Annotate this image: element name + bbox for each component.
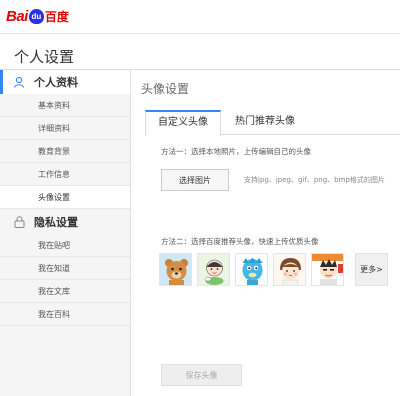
- cartoon-boy-avatar[interactable]: [273, 253, 306, 286]
- page-title: 个人设置: [14, 48, 75, 66]
- main-panel: 头像设置 自定义头像 热门推荐头像 方法一：选择本地照片，上传编辑自己的头像 选…: [131, 70, 400, 396]
- sidebar: 个人资料 基本资料 详细资料 教育背景 工作信息 头像设置 隐私设置 我在贴吧 …: [0, 70, 131, 396]
- tab-popular-avatars[interactable]: 热门推荐头像: [223, 110, 307, 135]
- baidu-logo[interactable]: Bai du 百度: [6, 5, 69, 27]
- paw-icon: du: [28, 8, 44, 24]
- more-avatars-button[interactable]: 更多>: [355, 253, 388, 286]
- sidebar-item-detailed-info[interactable]: 详细资料: [0, 117, 130, 140]
- sidebar-item-avatar-settings[interactable]: 头像设置: [0, 186, 130, 209]
- logo-chinese: 百度: [44, 9, 69, 24]
- choose-image-button[interactable]: 选择图片: [161, 169, 229, 191]
- bear-avatar[interactable]: [159, 253, 192, 286]
- tab-bar: 自定义头像 热门推荐头像: [145, 110, 400, 136]
- cartoon-fish-avatar[interactable]: [235, 253, 268, 286]
- sidebar-item-tieba[interactable]: 我在贴吧: [0, 234, 130, 257]
- method-two-text: 方法二：选择百度推荐头像，快速上传优质头像: [161, 237, 319, 246]
- user-icon: [12, 75, 26, 89]
- section-title: 头像设置: [141, 82, 190, 96]
- sidebar-item-baike[interactable]: 我在百科: [0, 303, 130, 326]
- cartoon-man-avatar[interactable]: [311, 253, 344, 286]
- tab-custom-avatar[interactable]: 自定义头像: [145, 110, 221, 136]
- sidebar-item-work-info[interactable]: 工作信息: [0, 163, 130, 186]
- sidebar-item-education[interactable]: 教育背景: [0, 140, 130, 163]
- sidebar-section-label: 隐私设置: [34, 216, 78, 229]
- sidebar-section-profile[interactable]: 个人资料: [0, 70, 130, 94]
- logo-latin: Bai: [6, 7, 28, 25]
- sidebar-item-wenku[interactable]: 我在文库: [0, 280, 130, 303]
- sidebar-section-label: 个人资料: [34, 76, 78, 89]
- save-avatar-button[interactable]: 保存头像: [161, 364, 242, 386]
- top-bar: Bai du 百度: [0, 0, 400, 34]
- lock-icon: [12, 215, 26, 229]
- title-bar: 个人设置: [0, 40, 400, 70]
- format-hint: 支持jpg、jpeg、gif、png、bmp格式的图片: [244, 176, 385, 184]
- method-one-text: 方法一：选择本地照片，上传编辑自己的头像: [161, 147, 311, 156]
- sidebar-section-privacy[interactable]: 隐私设置: [0, 210, 130, 234]
- sidebar-item-basic-info[interactable]: 基本资料: [0, 94, 130, 117]
- dumpling-girl-avatar[interactable]: [197, 253, 230, 286]
- sidebar-item-zhidao[interactable]: 我在知道: [0, 257, 130, 280]
